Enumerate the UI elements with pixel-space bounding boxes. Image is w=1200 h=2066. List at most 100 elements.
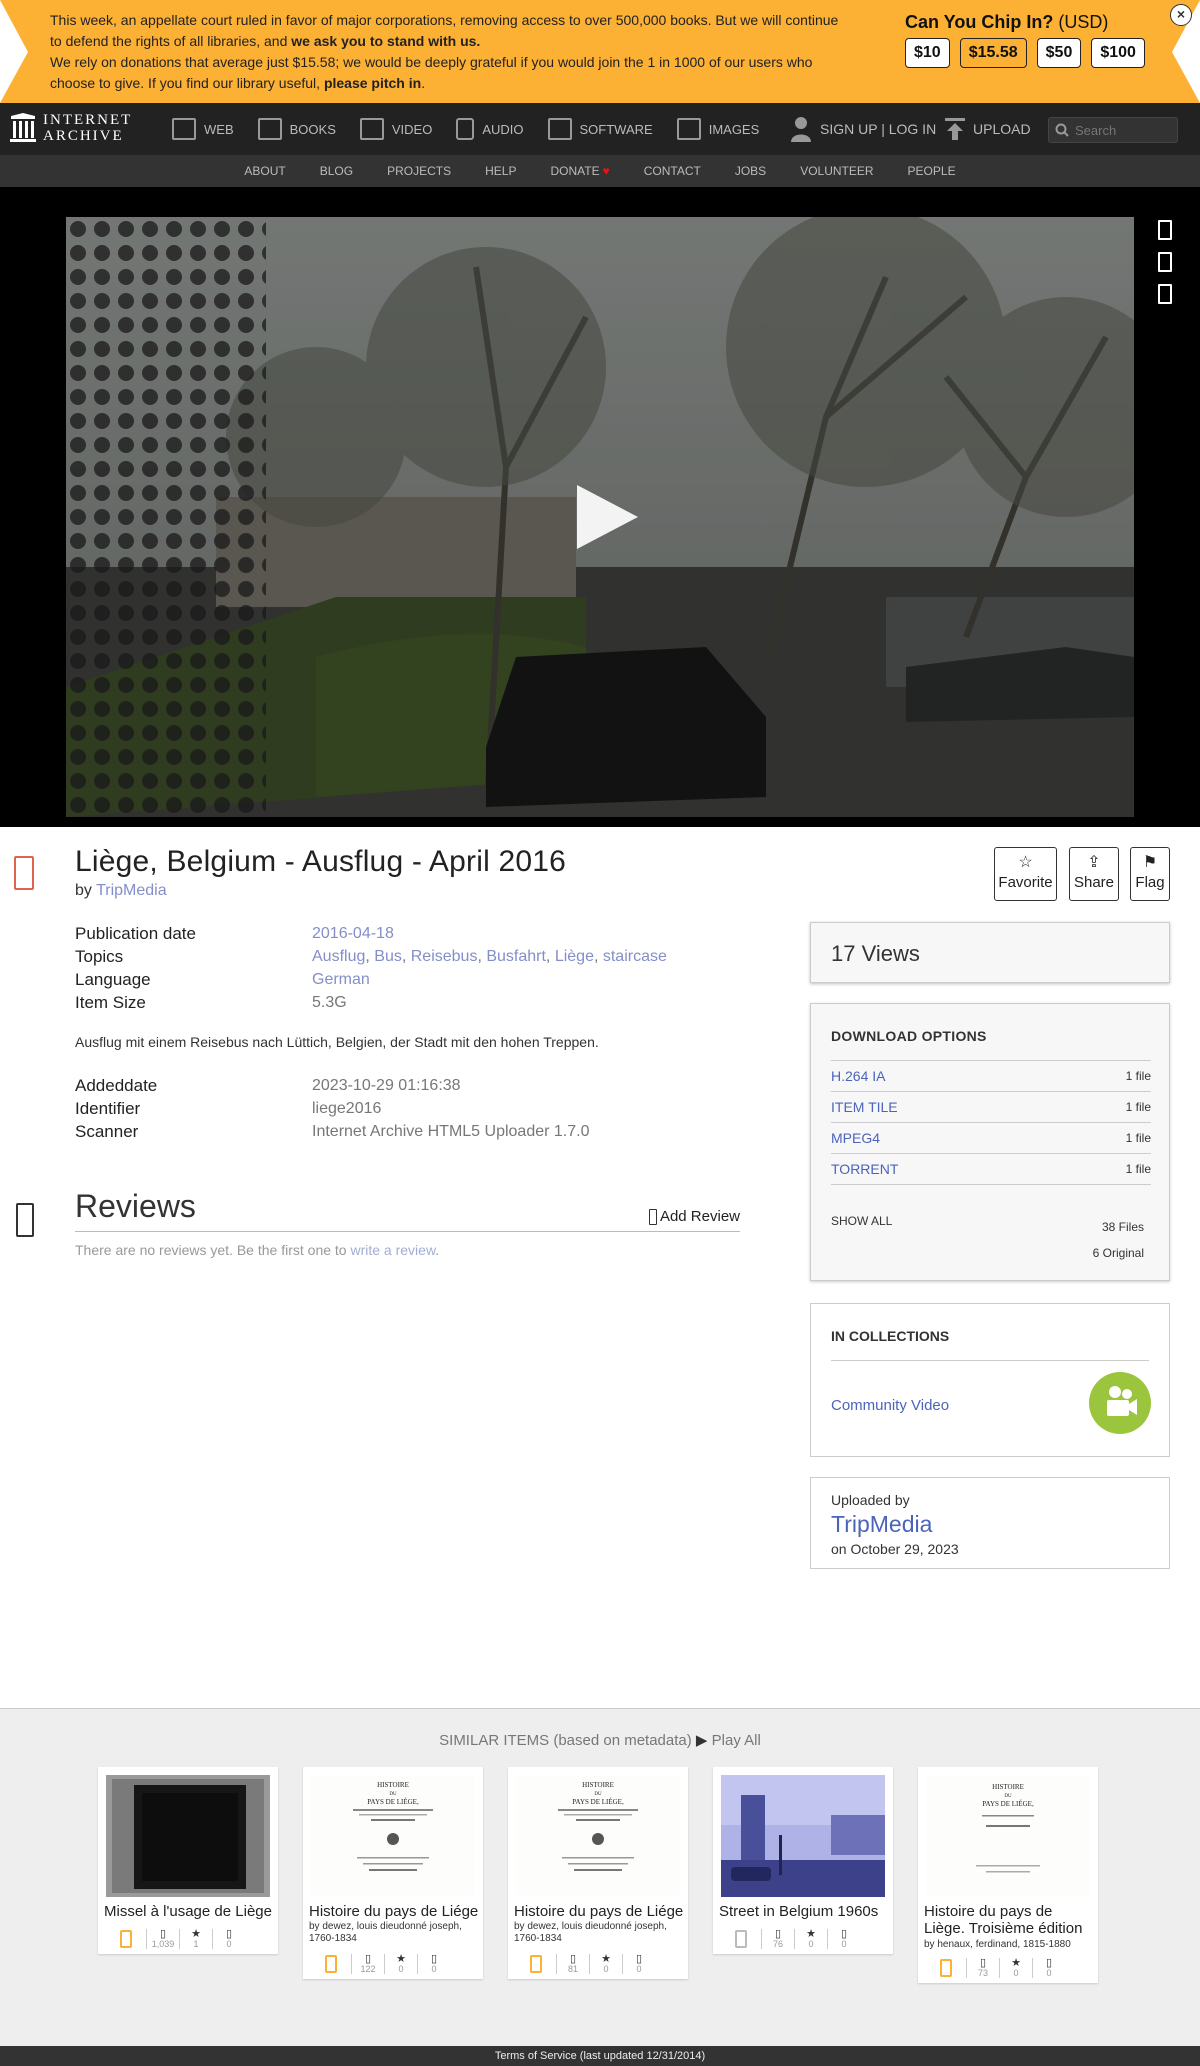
- nav-web[interactable]: WEB: [160, 103, 246, 155]
- community-video-badge[interactable]: [1089, 1372, 1151, 1434]
- logo-line-2: ARCHIVE: [43, 128, 124, 144]
- amount-button[interactable]: $10: [905, 38, 950, 68]
- subnav-help[interactable]: HELP: [468, 155, 533, 187]
- flag-button[interactable]: ⚑ Flag: [1130, 847, 1170, 901]
- meta-row-addeddate: Addeddate 2023-10-29 01:16:38: [75, 1074, 589, 1097]
- subnav-volunteer[interactable]: VOLUNTEER: [783, 155, 890, 187]
- theatre-side-button[interactable]: [1158, 252, 1172, 272]
- media-nav: WEB BOOKS VIDEO AUDIO SOFTWARE IMAGES: [160, 103, 771, 155]
- favorite-label: Favorite: [998, 874, 1053, 891]
- reviews-stat: ▯ 0: [212, 1929, 245, 1949]
- pitch-in-link[interactable]: please pitch in: [324, 75, 421, 91]
- search-box[interactable]: [1048, 117, 1178, 143]
- meta-key: Item Size: [75, 993, 146, 1012]
- subnav-donate[interactable]: DONATE ♥: [533, 155, 626, 187]
- no-reviews-end: .: [435, 1242, 440, 1258]
- nav-video[interactable]: VIDEO: [348, 103, 444, 155]
- uploader-link[interactable]: TripMedia: [831, 1511, 932, 1538]
- favorite-button[interactable]: ☆ Favorite: [994, 847, 1057, 901]
- upload-label: UPLOAD: [973, 121, 1031, 137]
- topic-link[interactable]: Reisebus: [411, 948, 478, 965]
- reviews-value: 0: [1046, 1968, 1052, 1978]
- meta-row-size: Item Size 5.3G: [75, 991, 775, 1014]
- meta-key: Addeddate: [75, 1076, 158, 1095]
- download-link[interactable]: H.264 IA: [831, 1068, 885, 1084]
- collections-panel: IN COLLECTIONS Community Video: [810, 1303, 1170, 1457]
- subnav-people[interactable]: PEOPLE: [891, 155, 973, 187]
- topic-link[interactable]: Ausflug: [312, 948, 365, 965]
- star-icon: ★: [396, 1953, 406, 1965]
- topic-link[interactable]: Busfahrt: [486, 948, 546, 965]
- terms-of-service-footer[interactable]: Terms of Service (last updated 12/31/201…: [0, 2046, 1200, 2066]
- nav-books[interactable]: BOOKS: [246, 103, 348, 155]
- collection-link[interactable]: Community Video: [831, 1397, 949, 1414]
- subnav-contact[interactable]: CONTACT: [627, 155, 718, 187]
- topic-link[interactable]: staircase: [603, 948, 667, 965]
- similar-item-card[interactable]: HISTOIRE DU PAYS DE LIÉGE, Histoire du p…: [508, 1767, 688, 1979]
- theatre-side-button[interactable]: [1158, 220, 1172, 240]
- reviews-stat: ▯ 0: [1032, 1958, 1065, 1978]
- topic-link[interactable]: Bus: [374, 948, 402, 965]
- nav-software[interactable]: SOFTWARE: [536, 103, 665, 155]
- creator-link[interactable]: TripMedia: [96, 882, 167, 899]
- amount-button[interactable]: $100: [1091, 38, 1145, 68]
- favorites-stat: ★ 0: [794, 1929, 827, 1949]
- similar-item-card[interactable]: HISTOIRE DU PAYS DE LIÉGE, Histoire du p…: [303, 1767, 483, 1979]
- internet-archive-logo[interactable]: INTERNET ARCHIVE: [10, 112, 132, 144]
- close-banner-button[interactable]: ×: [1170, 4, 1192, 26]
- show-all-link[interactable]: SHOW ALL: [831, 1214, 892, 1228]
- card-title: Histoire du pays de Liège. Troisième édi…: [924, 1903, 1083, 1937]
- play-all-icon[interactable]: ▶: [696, 1732, 708, 1749]
- subnav-about[interactable]: ABOUT: [227, 155, 302, 187]
- audio-icon: [456, 118, 475, 140]
- nav-audio[interactable]: AUDIO: [444, 103, 535, 155]
- thumb-text-histoire: HISTOIRE: [377, 1781, 409, 1789]
- similar-item-card[interactable]: Street in Belgium 1960s ▯ 76 ★ 0 ▯ 0: [713, 1767, 893, 1954]
- upload-icon: [945, 118, 965, 140]
- theatre-side-button[interactable]: [1158, 284, 1172, 304]
- topic-link[interactable]: Liège: [555, 948, 594, 965]
- upload-button[interactable]: UPLOAD: [945, 103, 1031, 155]
- play-all-link[interactable]: Play All: [712, 1732, 761, 1749]
- download-link[interactable]: MPEG4: [831, 1130, 880, 1146]
- similar-item-card[interactable]: Missel à l'usage de Liège ▯ 1,039 ★ 1 ▯ 0: [98, 1767, 278, 1954]
- search-input[interactable]: [1075, 122, 1170, 138]
- subnav-blog[interactable]: BLOG: [303, 155, 370, 187]
- download-link[interactable]: ITEM TILE: [831, 1099, 898, 1115]
- download-link[interactable]: TORRENT: [831, 1161, 898, 1177]
- video-player[interactable]: [66, 217, 1134, 817]
- subnav-projects[interactable]: PROJECTS: [370, 155, 468, 187]
- amount-button-selected[interactable]: $15.58: [959, 38, 1027, 68]
- favorites-value: 0: [398, 1964, 404, 1974]
- original-files[interactable]: 6 Original: [1093, 1246, 1144, 1260]
- nav-video-label: VIDEO: [391, 121, 433, 137]
- subnav-jobs[interactable]: JOBS: [718, 155, 783, 187]
- amount-button[interactable]: $50: [1036, 38, 1082, 68]
- card-title: Missel à l'usage de Liège: [104, 1903, 272, 1920]
- item-size: 5.3G: [312, 994, 347, 1011]
- search-icon: [1055, 123, 1069, 137]
- nav-audio-label: AUDIO: [482, 121, 524, 137]
- write-review-link[interactable]: write a review: [350, 1242, 435, 1258]
- add-review-button[interactable]: Add Review: [648, 1208, 740, 1225]
- logo-line-1: INTERNET: [43, 112, 133, 128]
- share-button[interactable]: ⇪ Share: [1069, 847, 1119, 901]
- file-count: 1 file: [1125, 1069, 1151, 1083]
- pubdate-link[interactable]: 2016-04-18: [312, 925, 394, 942]
- star-icon: ★: [1011, 1957, 1021, 1969]
- card-stats: ▯ 122 ★ 0 ▯ 0: [303, 1949, 483, 1979]
- total-files[interactable]: 38 Files: [1102, 1220, 1144, 1234]
- book-cover-thumbnail: HISTOIRE DU PAYS DE LIÉGE,: [926, 1775, 1090, 1897]
- signup-login[interactable]: SIGN UP | LOG IN: [790, 103, 936, 155]
- chip-in-title: Can You Chip In?: [905, 12, 1054, 32]
- reviews-stat: ▯ 0: [827, 1929, 860, 1949]
- video-theatre: [0, 187, 1200, 827]
- community-video-icon: [1107, 1386, 1137, 1416]
- nav-software-label: SOFTWARE: [579, 121, 653, 137]
- nav-images[interactable]: IMAGES: [665, 103, 772, 155]
- signup-login-label: SIGN UP | LOG IN: [820, 121, 937, 137]
- language-link[interactable]: German: [312, 971, 370, 988]
- favorites-stat: ★ 0: [589, 1954, 622, 1974]
- similar-item-card[interactable]: HISTOIRE DU PAYS DE LIÉGE, Histoire du p…: [918, 1767, 1098, 1983]
- views-value: 73: [977, 1968, 988, 1978]
